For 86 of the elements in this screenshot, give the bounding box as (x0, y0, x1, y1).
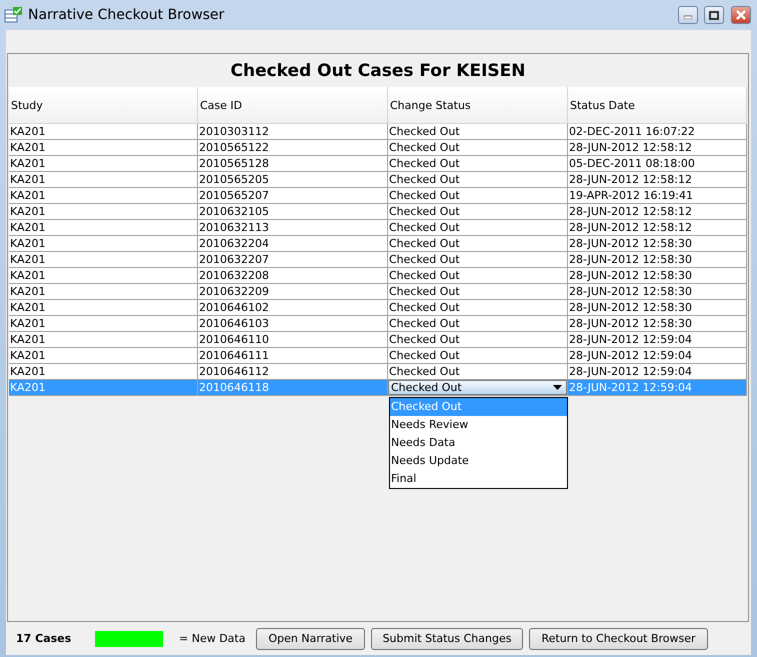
table-cell: KA201 (9, 284, 198, 300)
table-cell: Checked Out (388, 204, 568, 220)
table-cell: 05-DEC-2011 08:18:00 (568, 156, 747, 172)
table-cell: Checked Out (388, 124, 568, 140)
table-cell: KA201 (9, 204, 198, 220)
table-cell: 2010632207 (198, 252, 388, 268)
table-cell: KA201 (9, 140, 198, 156)
table-cell: 28-JUN-2012 12:58:30 (568, 316, 747, 332)
table-cell: Checked Out (388, 156, 568, 172)
table-cell: 2010565207 (198, 188, 388, 204)
table-cell: Checked Out (388, 348, 568, 364)
table-cell: Checked Out (388, 252, 568, 268)
table-cell: Checked Out (388, 236, 568, 252)
table-cell: KA201 (9, 220, 198, 236)
table-cell: 28-JUN-2012 12:58:12 (568, 172, 747, 188)
table-cell: 2010646112 (198, 364, 388, 380)
table-cell: Checked Out (388, 140, 568, 156)
column-header[interactable]: Case ID (198, 87, 388, 124)
table-cell: 28-JUN-2012 12:58:30 (568, 300, 747, 316)
table-cell: Checked Out (388, 300, 568, 316)
action-button[interactable]: Open Narrative (256, 628, 365, 650)
panel-title: Checked Out Cases For KEISEN (230, 60, 526, 80)
table-cell: 2010565128 (198, 156, 388, 172)
caret-icon (553, 385, 562, 390)
table-cell: 28-JUN-2012 12:59:04 (568, 380, 747, 396)
minimize-button[interactable] (678, 6, 698, 24)
table-cell: KA201 (9, 156, 198, 172)
column-header[interactable]: Status Date (568, 87, 747, 124)
table-cell: KA201 (9, 268, 198, 284)
table-cell: Checked Out (388, 172, 568, 188)
table-cell: 19-APR-2012 16:19:41 (568, 188, 747, 204)
table-cell: KA201 (9, 172, 198, 188)
table-cell: 2010632113 (198, 220, 388, 236)
table-cell: 28-JUN-2012 12:58:30 (568, 236, 747, 252)
table-cell: 28-JUN-2012 12:58:30 (568, 252, 747, 268)
table-cell: Checked Out (388, 364, 568, 380)
table-cell: KA201 (9, 380, 198, 396)
table-cell: KA201 (9, 188, 198, 204)
column-header[interactable]: Study (9, 87, 198, 124)
table-cell: 28-JUN-2012 12:58:30 (568, 268, 747, 284)
table-cell: KA201 (9, 252, 198, 268)
close-button[interactable] (731, 6, 751, 24)
window-title: Narrative Checkout Browser (28, 7, 226, 23)
table-cell: KA201 (9, 332, 198, 348)
table-cell: KA201 (9, 236, 198, 252)
legend-label: = New Data (179, 632, 246, 645)
close-icon (736, 10, 746, 20)
table-cell: 2010646102 (198, 300, 388, 316)
table-cell: 28-JUN-2012 12:58:12 (568, 220, 747, 236)
table-cell: 28-JUN-2012 12:59:04 (568, 348, 747, 364)
action-button[interactable]: Submit Status Changes (370, 628, 524, 650)
table-cell: 2010646111 (198, 348, 388, 364)
table-cell: 2010632105 (198, 204, 388, 220)
table-cell: 2010303112 (198, 124, 388, 140)
maximize-icon (709, 10, 719, 20)
table-cell: 2010646110 (198, 332, 388, 348)
maximize-button[interactable] (704, 6, 724, 24)
table-cell: 2010646118 (198, 380, 388, 396)
table-cell: Checked Out (388, 332, 568, 348)
table-cell: Checked Out (388, 284, 568, 300)
table-cell: KA201 (9, 124, 198, 140)
table-cell: 2010565205 (198, 172, 388, 188)
table-cell: 28-JUN-2012 12:59:04 (568, 332, 747, 348)
table-cell: 28-JUN-2012 12:59:04 (568, 364, 747, 380)
column-header[interactable]: Change Status (388, 87, 568, 124)
table-cell: KA201 (9, 300, 198, 316)
table-cell: Checked Out (388, 188, 568, 204)
table-cell: 28-JUN-2012 12:58:12 (568, 140, 747, 156)
status-dropdown[interactable]: Checked Out (388, 380, 567, 395)
table-cell: 28-JUN-2012 12:58:12 (568, 204, 747, 220)
table-cell: Checked Out (388, 268, 568, 284)
app-icon (4, 7, 22, 23)
table-cell: 2010632209 (198, 284, 388, 300)
table-cell: 2010565122 (198, 140, 388, 156)
table-cell: 02-DEC-2011 16:07:22 (568, 124, 747, 140)
table-cell: 2010632204 (198, 236, 388, 252)
table-cell: 28-JUN-2012 12:58:30 (568, 284, 747, 300)
table-cell: KA201 (9, 364, 198, 380)
table-cell: 2010646103 (198, 316, 388, 332)
table-cell: 2010632208 (198, 268, 388, 284)
action-button[interactable]: Return to Checkout Browser (529, 628, 708, 650)
table-cell: Checked Out (388, 220, 568, 236)
case-count: 17 Cases (16, 632, 72, 645)
table-cell: KA201 (9, 348, 198, 364)
table-cell: Checked Out (388, 316, 568, 332)
table-cell: KA201 (9, 316, 198, 332)
